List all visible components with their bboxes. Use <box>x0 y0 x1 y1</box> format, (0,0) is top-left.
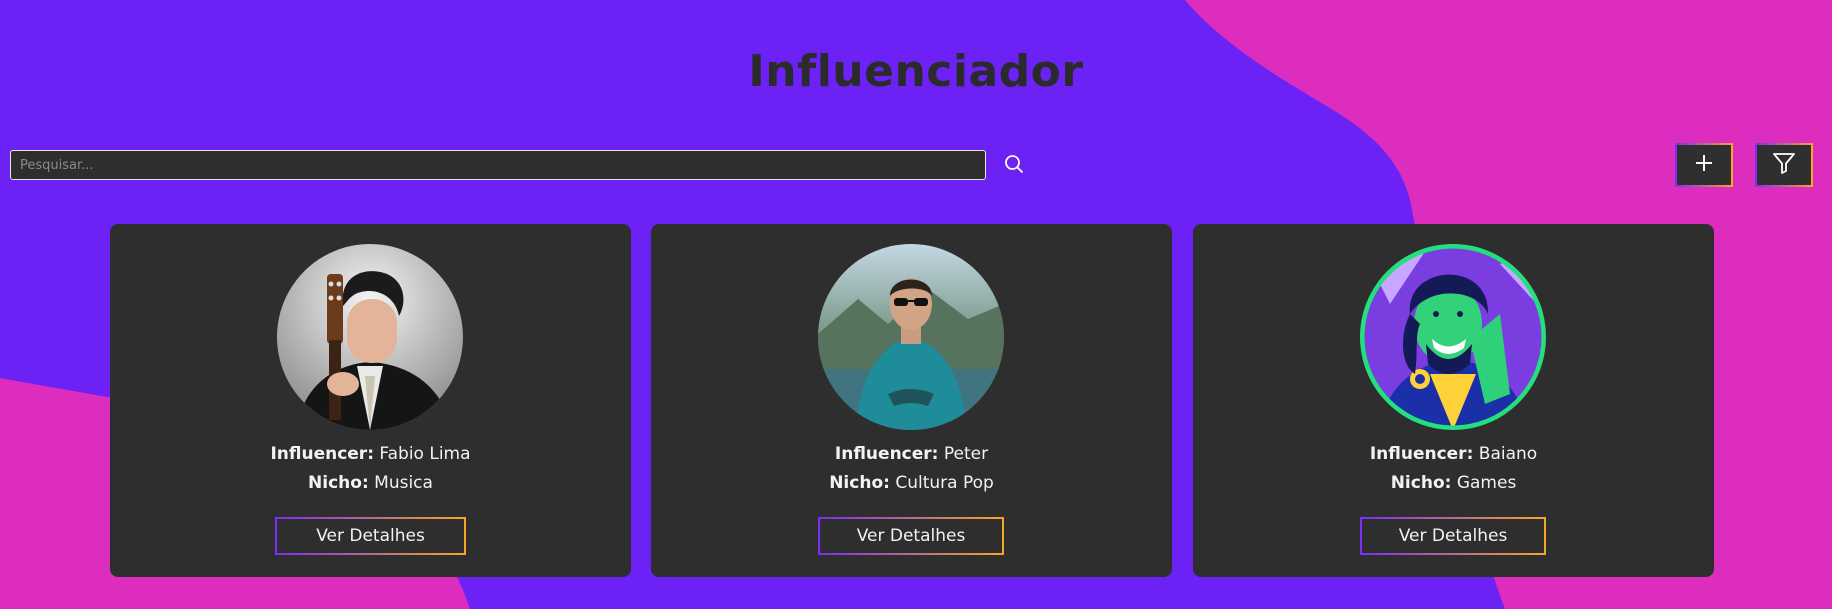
avatar-cartoon-sorcerer <box>1360 244 1546 430</box>
niche-label: Nicho: <box>1390 473 1452 493</box>
influencer-name-value: Baiano <box>1478 444 1538 464</box>
niche-value: Musica <box>374 473 433 493</box>
influencer-name: Influencer: Baiano <box>1193 444 1714 464</box>
search-input[interactable] <box>10 150 986 180</box>
niche-label: Nicho: <box>829 473 890 493</box>
view-details-button[interactable]: Ver Detalhes <box>275 517 466 555</box>
view-details-button[interactable]: Ver Detalhes <box>818 517 1004 555</box>
page-title: Influenciador <box>748 46 1084 97</box>
influencer-name-value: Fabio Lima <box>379 444 471 464</box>
influencer-card: Influencer: Baiano Nicho: Games Ver Deta… <box>1193 224 1714 577</box>
avatar-man-sunglasses <box>818 244 1004 430</box>
add-influencer-button[interactable] <box>1675 143 1733 187</box>
filter-icon <box>1771 150 1797 180</box>
view-details-button[interactable]: Ver Detalhes <box>1360 517 1546 555</box>
niche-label: Nicho: <box>308 473 369 493</box>
avatar-guitar-player <box>277 244 463 430</box>
influencer-name: Influencer: Peter <box>651 444 1172 464</box>
niche-value: Games <box>1456 473 1517 493</box>
filter-button[interactable] <box>1755 143 1813 187</box>
influencer-card: Influencer: Fabio Lima Nicho: Musica Ver… <box>110 224 631 577</box>
influencer-label: Influencer: <box>1369 444 1474 464</box>
influencer-label: Influencer: <box>834 444 939 464</box>
niche-value: Cultura Pop <box>895 473 994 493</box>
influencer-niche: Nicho: Games <box>1193 473 1714 493</box>
influencer-name: Influencer: Fabio Lima <box>110 444 631 464</box>
page: Influenciador Inf <box>0 0 1832 609</box>
influencer-niche: Nicho: Musica <box>110 473 631 493</box>
influencer-name-value: Peter <box>943 444 989 464</box>
search-icon[interactable] <box>1003 153 1025 175</box>
plus-icon <box>1693 152 1715 178</box>
influencer-niche: Nicho: Cultura Pop <box>651 473 1172 493</box>
influencer-card: Influencer: Peter Nicho: Cultura Pop Ver… <box>651 224 1172 577</box>
influencer-label: Influencer: <box>270 444 374 464</box>
